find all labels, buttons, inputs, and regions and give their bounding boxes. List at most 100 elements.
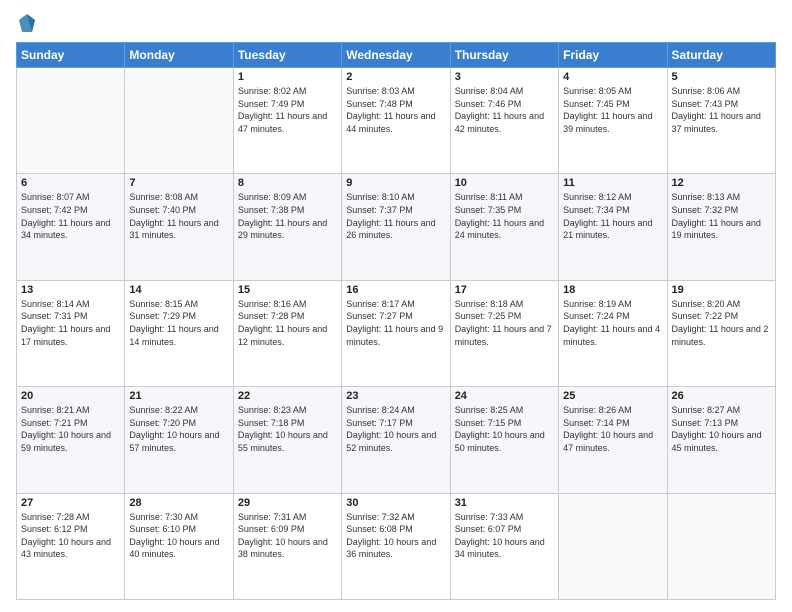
calendar-week-row: 13 Sunrise: 8:14 AM Sunset: 7:31 PM Dayli… — [17, 280, 776, 386]
day-number: 3 — [455, 71, 554, 83]
day-number: 24 — [455, 390, 554, 402]
day-info: Sunrise: 7:30 AM Sunset: 6:10 PM Dayligh… — [129, 511, 228, 561]
day-info: Sunrise: 7:32 AM Sunset: 6:08 PM Dayligh… — [346, 511, 445, 561]
calendar-cell: 11 Sunrise: 8:12 AM Sunset: 7:34 PM Dayli… — [559, 174, 667, 280]
day-number: 22 — [238, 390, 337, 402]
calendar-cell: 2 Sunrise: 8:03 AM Sunset: 7:48 PM Daylig… — [342, 68, 450, 174]
day-number: 16 — [346, 284, 445, 296]
day-info: Sunrise: 8:06 AM Sunset: 7:43 PM Dayligh… — [672, 85, 771, 135]
day-number: 31 — [455, 497, 554, 509]
calendar-cell: 25 Sunrise: 8:26 AM Sunset: 7:14 PM Dayli… — [559, 387, 667, 493]
day-number: 11 — [563, 177, 662, 189]
calendar-cell: 28 Sunrise: 7:30 AM Sunset: 6:10 PM Dayli… — [125, 493, 233, 599]
day-info: Sunrise: 8:11 AM Sunset: 7:35 PM Dayligh… — [455, 191, 554, 241]
calendar-cell: 4 Sunrise: 8:05 AM Sunset: 7:45 PM Daylig… — [559, 68, 667, 174]
day-info: Sunrise: 8:05 AM Sunset: 7:45 PM Dayligh… — [563, 85, 662, 135]
calendar-week-row: 20 Sunrise: 8:21 AM Sunset: 7:21 PM Dayli… — [17, 387, 776, 493]
day-info: Sunrise: 7:31 AM Sunset: 6:09 PM Dayligh… — [238, 511, 337, 561]
day-info: Sunrise: 8:24 AM Sunset: 7:17 PM Dayligh… — [346, 404, 445, 454]
day-info: Sunrise: 8:23 AM Sunset: 7:18 PM Dayligh… — [238, 404, 337, 454]
calendar-cell: 19 Sunrise: 8:20 AM Sunset: 7:22 PM Dayli… — [667, 280, 775, 386]
day-info: Sunrise: 8:04 AM Sunset: 7:46 PM Dayligh… — [455, 85, 554, 135]
calendar-cell: 23 Sunrise: 8:24 AM Sunset: 7:17 PM Dayli… — [342, 387, 450, 493]
calendar-cell: 9 Sunrise: 8:10 AM Sunset: 7:37 PM Daylig… — [342, 174, 450, 280]
calendar-cell: 7Sunrise: 8:08 AM Sunset: 7:40 PM Daylig… — [125, 174, 233, 280]
day-number: 1 — [238, 71, 337, 83]
calendar-week-row: 27 Sunrise: 7:28 AM Sunset: 6:12 PM Dayli… — [17, 493, 776, 599]
day-info: Sunrise: 8:22 AM Sunset: 7:20 PM Dayligh… — [129, 404, 228, 454]
day-number: 28 — [129, 497, 228, 509]
calendar-header-monday: Monday — [125, 43, 233, 68]
calendar-cell: 27 Sunrise: 7:28 AM Sunset: 6:12 PM Dayli… — [17, 493, 125, 599]
header — [16, 12, 776, 34]
day-info: Sunrise: 8:12 AM Sunset: 7:34 PM Dayligh… — [563, 191, 662, 241]
day-info: Sunrise: 7:28 AM Sunset: 6:12 PM Dayligh… — [21, 511, 120, 561]
day-number: 13 — [21, 284, 120, 296]
day-number: 10 — [455, 177, 554, 189]
day-info: Sunrise: 8:27 AM Sunset: 7:13 PM Dayligh… — [672, 404, 771, 454]
day-number: 30 — [346, 497, 445, 509]
day-info: Sunrise: 8:19 AM Sunset: 7:24 PM Dayligh… — [563, 298, 662, 348]
day-info: Sunrise: 8:10 AM Sunset: 7:37 PM Dayligh… — [346, 191, 445, 241]
calendar-cell: 1 Sunrise: 8:02 AM Sunset: 7:49 PM Daylig… — [233, 68, 341, 174]
logo — [16, 12, 38, 34]
calendar-week-row: 6 Sunrise: 8:07 AM Sunset: 7:42 PM Daylig… — [17, 174, 776, 280]
calendar-cell: 16 Sunrise: 8:17 AM Sunset: 7:27 PM Dayli… — [342, 280, 450, 386]
calendar-cell: 30 Sunrise: 7:32 AM Sunset: 6:08 PM Dayli… — [342, 493, 450, 599]
day-number: 8 — [238, 177, 337, 189]
day-info: Sunrise: 8:16 AM Sunset: 7:28 PM Dayligh… — [238, 298, 337, 348]
calendar-cell — [559, 493, 667, 599]
day-info: Sunrise: 8:03 AM Sunset: 7:48 PM Dayligh… — [346, 85, 445, 135]
calendar-cell: 10 Sunrise: 8:11 AM Sunset: 7:35 PM Dayli… — [450, 174, 558, 280]
day-number: 12 — [672, 177, 771, 189]
day-number: 20 — [21, 390, 120, 402]
calendar-header-sunday: Sunday — [17, 43, 125, 68]
calendar-header-tuesday: Tuesday — [233, 43, 341, 68]
day-info: Sunrise: 8:09 AM Sunset: 7:38 PM Dayligh… — [238, 191, 337, 241]
day-number: 23 — [346, 390, 445, 402]
calendar-cell: 14 Sunrise: 8:15 AM Sunset: 7:29 PM Dayli… — [125, 280, 233, 386]
calendar-cell: 18 Sunrise: 8:19 AM Sunset: 7:24 PM Dayli… — [559, 280, 667, 386]
day-info: Sunrise: 8:21 AM Sunset: 7:21 PM Dayligh… — [21, 404, 120, 454]
calendar-cell: 6 Sunrise: 8:07 AM Sunset: 7:42 PM Daylig… — [17, 174, 125, 280]
calendar-cell — [125, 68, 233, 174]
calendar-cell: 17Sunrise: 8:18 AM Sunset: 7:25 PM Dayli… — [450, 280, 558, 386]
day-number: 2 — [346, 71, 445, 83]
day-info: Sunrise: 8:13 AM Sunset: 7:32 PM Dayligh… — [672, 191, 771, 241]
day-info: Sunrise: 7:33 AM Sunset: 6:07 PM Dayligh… — [455, 511, 554, 561]
calendar-header-thursday: Thursday — [450, 43, 558, 68]
calendar-cell — [17, 68, 125, 174]
day-info: Sunrise: 8:17 AM Sunset: 7:27 PM Dayligh… — [346, 298, 445, 348]
day-number: 4 — [563, 71, 662, 83]
day-number: 27 — [21, 497, 120, 509]
calendar-header-friday: Friday — [559, 43, 667, 68]
day-number: 6 — [21, 177, 120, 189]
day-info: Sunrise: 8:26 AM Sunset: 7:14 PM Dayligh… — [563, 404, 662, 454]
calendar-cell — [667, 493, 775, 599]
day-number: 18 — [563, 284, 662, 296]
day-number: 14 — [129, 284, 228, 296]
day-number: 9 — [346, 177, 445, 189]
calendar-cell: 21Sunrise: 8:22 AM Sunset: 7:20 PM Dayli… — [125, 387, 233, 493]
calendar-table: SundayMondayTuesdayWednesdayThursdayFrid… — [16, 42, 776, 600]
calendar-cell: 13 Sunrise: 8:14 AM Sunset: 7:31 PM Dayli… — [17, 280, 125, 386]
day-info: Sunrise: 8:15 AM Sunset: 7:29 PM Dayligh… — [129, 298, 228, 348]
calendar-cell: 3 Sunrise: 8:04 AM Sunset: 7:46 PM Daylig… — [450, 68, 558, 174]
calendar-week-row: 1 Sunrise: 8:02 AM Sunset: 7:49 PM Daylig… — [17, 68, 776, 174]
day-info: Sunrise: 8:25 AM Sunset: 7:15 PM Dayligh… — [455, 404, 554, 454]
day-number: 17 — [455, 284, 554, 296]
calendar-header-saturday: Saturday — [667, 43, 775, 68]
calendar-cell: 22 Sunrise: 8:23 AM Sunset: 7:18 PM Dayli… — [233, 387, 341, 493]
day-info: Sunrise: 8:02 AM Sunset: 7:49 PM Dayligh… — [238, 85, 337, 135]
calendar-cell: 8 Sunrise: 8:09 AM Sunset: 7:38 PM Daylig… — [233, 174, 341, 280]
day-number: 15 — [238, 284, 337, 296]
day-info: Sunrise: 8:08 AM Sunset: 7:40 PM Dayligh… — [129, 191, 228, 241]
day-info: Sunrise: 8:14 AM Sunset: 7:31 PM Dayligh… — [21, 298, 120, 348]
calendar-cell: 20 Sunrise: 8:21 AM Sunset: 7:21 PM Dayli… — [17, 387, 125, 493]
calendar-cell: 31 Sunrise: 7:33 AM Sunset: 6:07 PM Dayli… — [450, 493, 558, 599]
day-number: 25 — [563, 390, 662, 402]
day-info: Sunrise: 8:07 AM Sunset: 7:42 PM Dayligh… — [21, 191, 120, 241]
calendar-cell: 5Sunrise: 8:06 AM Sunset: 7:43 PM Daylig… — [667, 68, 775, 174]
day-info: Sunrise: 8:20 AM Sunset: 7:22 PM Dayligh… — [672, 298, 771, 348]
day-number: 19 — [672, 284, 771, 296]
